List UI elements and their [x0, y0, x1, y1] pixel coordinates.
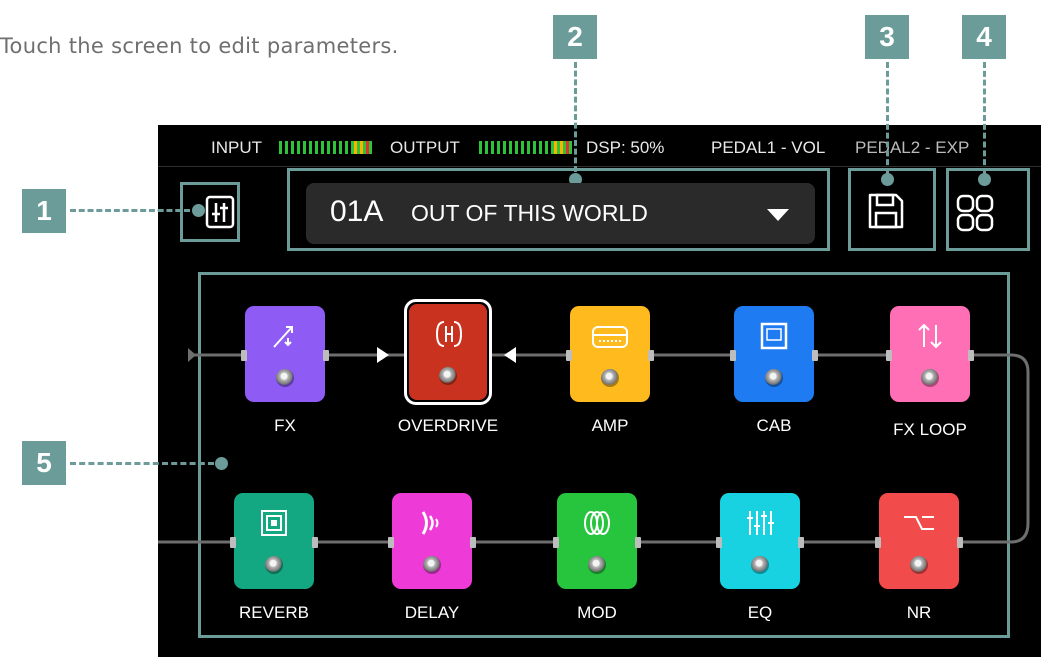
footswitch-icon	[751, 556, 769, 574]
pedal-reverb[interactable]	[230, 493, 318, 589]
footswitch-icon	[265, 556, 283, 574]
callout-2-leader	[574, 62, 577, 172]
callout-1-leader	[70, 209, 190, 212]
amp-head-icon	[570, 319, 650, 353]
cabinet-icon	[734, 319, 814, 353]
status-bar: INPUT OUTPUT DSP: 50% PEDAL1 - VOL PEDAL…	[158, 135, 1041, 165]
pedal-label-mod: MOD	[577, 603, 617, 622]
pedal-delay[interactable]	[388, 493, 476, 589]
input-label: INPUT	[211, 138, 262, 157]
footswitch-icon	[921, 369, 939, 387]
pedal-fx[interactable]	[241, 306, 329, 402]
pedal-label-delay: DELAY	[404, 603, 460, 622]
pedal-label-eq: EQ	[747, 603, 773, 622]
instruction-text: Touch the screen to edit parameters.	[0, 34, 399, 58]
bracket-icon	[409, 317, 489, 351]
callout-4: 4	[962, 15, 1006, 59]
grid-button[interactable]	[955, 193, 995, 233]
callout-1: 1	[22, 189, 66, 233]
preset-number: 01A	[330, 195, 384, 228]
footswitch-icon	[423, 556, 441, 574]
divider	[158, 166, 1041, 167]
up-down-arrows-icon	[890, 319, 970, 353]
eq-sliders-icon	[720, 506, 800, 540]
delay-waves-icon	[392, 506, 472, 540]
arrow-right-icon	[377, 347, 389, 363]
pedal-cab[interactable]	[730, 306, 818, 402]
pedal-fx-loop[interactable]	[886, 306, 974, 402]
pedal2-assignment: PEDAL2 - EXP	[855, 138, 970, 157]
pedal-mod[interactable]	[553, 493, 641, 589]
dsp-usage: DSP: 50%	[586, 138, 665, 157]
pedal-label-overdrive: OVERDRIVE	[397, 416, 499, 435]
preset-selector[interactable]: 01A OUT OF THIS WORLD	[306, 183, 815, 244]
arrow-left-icon	[504, 347, 516, 363]
input-level-meter	[279, 141, 372, 154]
pedal-label-reverb: REVERB	[239, 603, 309, 622]
output-label: OUTPUT	[390, 138, 460, 157]
callout-4-leader	[983, 62, 986, 174]
callout-3: 3	[865, 15, 909, 59]
pedal-eq[interactable]	[716, 493, 804, 589]
footswitch-icon	[765, 369, 783, 387]
save-button[interactable]	[866, 191, 906, 231]
pedal-label-cab: CAB	[756, 416, 792, 435]
footswitch-icon	[276, 369, 294, 387]
mixer-button[interactable]	[205, 195, 235, 229]
floppy-disk-icon	[868, 193, 904, 229]
pedal-overdrive	[409, 304, 487, 400]
pedal-label-fx-loop: FX LOOP	[893, 420, 967, 439]
pedal1-assignment: PEDAL1 - VOL	[711, 138, 826, 157]
grid-icon	[956, 194, 994, 232]
modulation-loops-icon	[557, 506, 637, 540]
pedal-overdrive-selected-frame[interactable]	[404, 299, 492, 405]
diagonal-arrow-icon	[245, 319, 325, 353]
pedal-label-fx: FX	[274, 416, 296, 435]
preset-name: OUT OF THIS WORLD	[411, 200, 648, 226]
footswitch-icon	[588, 556, 606, 574]
pedal-amp[interactable]	[566, 306, 654, 402]
dropdown-caret-icon	[767, 209, 789, 221]
footswitch-icon	[910, 556, 928, 574]
callout-5: 5	[22, 441, 66, 485]
footswitch-icon	[601, 369, 619, 387]
pedal-label-nr: NR	[906, 603, 932, 622]
mixer-sliders-icon	[205, 195, 235, 229]
callout-3-leader	[886, 62, 889, 174]
footswitch-icon	[439, 367, 457, 385]
concentric-squares-icon	[234, 506, 314, 540]
output-level-meter	[479, 141, 572, 154]
pedal-label-amp: AMP	[591, 416, 629, 435]
callout-2: 2	[553, 15, 597, 59]
noise-gate-icon	[879, 506, 959, 540]
pedal-nr[interactable]	[875, 493, 963, 589]
